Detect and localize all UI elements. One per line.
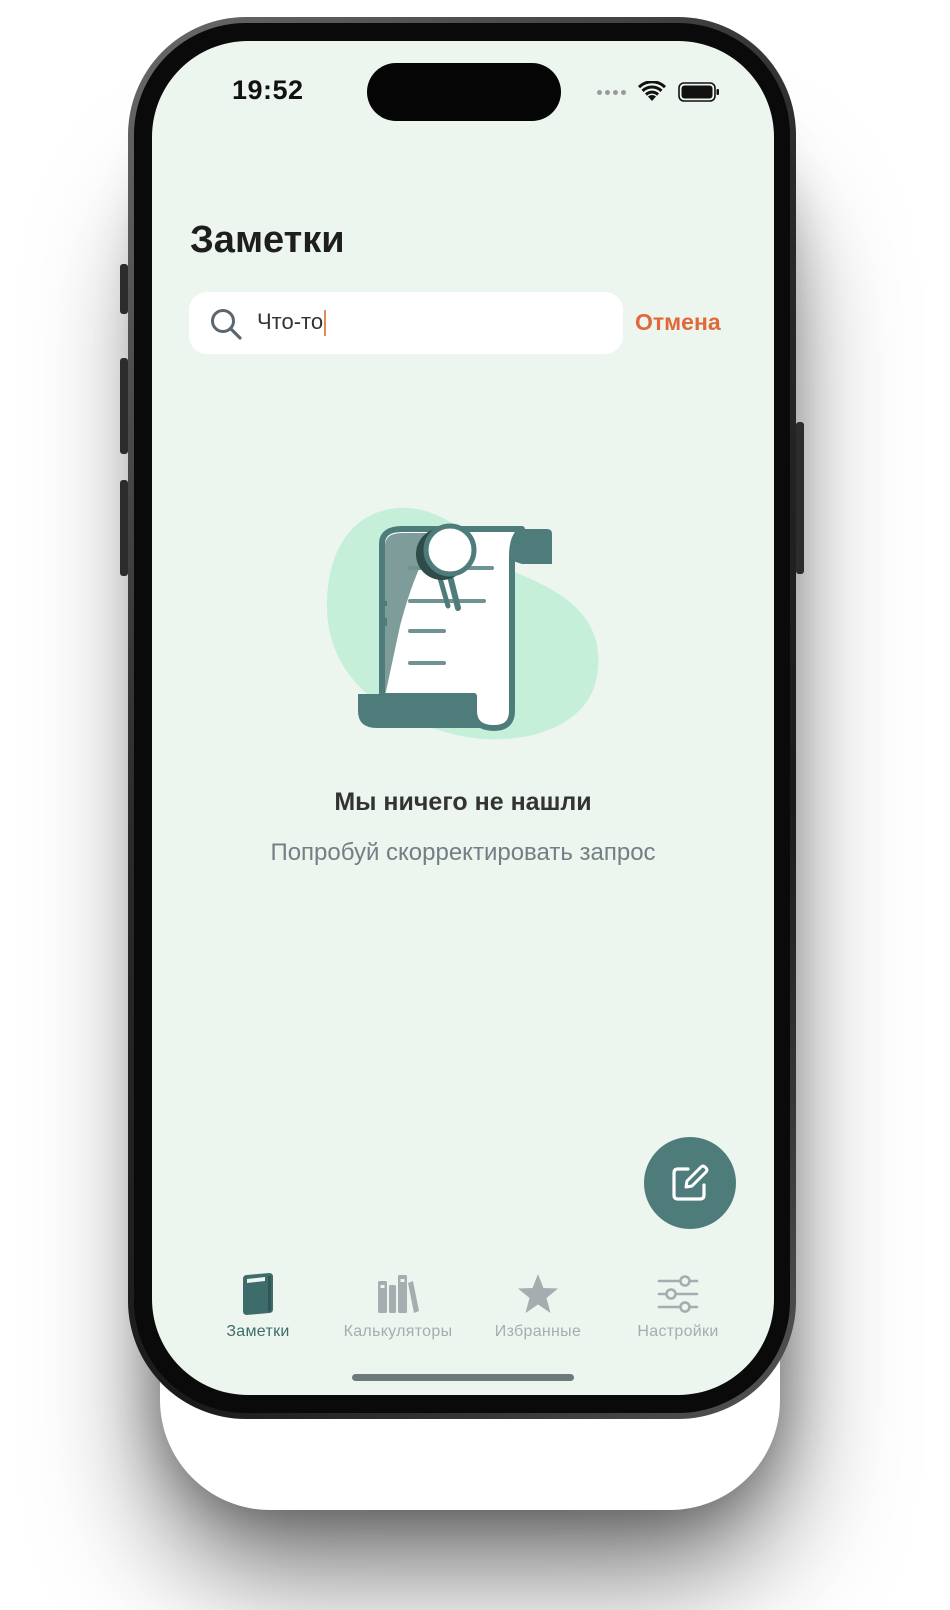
empty-scroll-illustration — [327, 507, 599, 740]
search-value[interactable]: Что-то — [257, 309, 327, 337]
app-screen: 19:52 Заметки Что-то Отмена Мы ничего не… — [152, 41, 774, 1395]
home-indicator[interactable] — [352, 1374, 574, 1381]
tab-label: Заметки — [226, 1323, 290, 1340]
status-icons — [597, 81, 720, 103]
search-input[interactable]: Что-то — [189, 292, 623, 354]
wifi-icon — [638, 81, 666, 101]
cancel-button[interactable]: Отмена — [635, 309, 721, 336]
dynamic-island — [367, 63, 561, 121]
tab-bar: Заметки Калькуляторы Избранные Настройки — [188, 1271, 748, 1351]
tab-label: Избранные — [494, 1323, 582, 1340]
empty-state-subtitle: Попробуй скорректировать запрос — [270, 839, 656, 866]
star-icon — [518, 1274, 558, 1313]
new-note-button[interactable] — [644, 1137, 736, 1229]
tab-settings[interactable]: Настройки — [608, 1271, 748, 1351]
empty-state-title: Мы ничего не нашли — [334, 788, 592, 816]
tab-favorites[interactable]: Избранные — [468, 1271, 608, 1351]
device-mockup: 19:52 Заметки Что-то Отмена Мы ничего не… — [0, 0, 950, 1610]
action-button — [120, 264, 128, 314]
notebook-icon — [243, 1273, 273, 1315]
tab-label: Настройки — [637, 1323, 719, 1340]
tab-calculators[interactable]: Калькуляторы — [328, 1271, 468, 1351]
status-time: 19:52 — [232, 75, 304, 105]
power-button — [796, 422, 804, 574]
volume-up-button — [120, 358, 128, 454]
tab-notes[interactable]: Заметки — [188, 1271, 328, 1351]
page-title: Заметки — [190, 219, 345, 261]
text-caret — [324, 310, 327, 337]
battery-icon — [678, 82, 719, 102]
sliders-icon — [657, 1275, 699, 1313]
signal-dots-icon — [597, 89, 626, 95]
volume-down-button — [120, 480, 128, 576]
books-icon — [378, 1275, 419, 1313]
compose-icon — [672, 1164, 709, 1201]
search-icon — [211, 309, 242, 340]
tab-label: Калькуляторы — [343, 1323, 453, 1340]
